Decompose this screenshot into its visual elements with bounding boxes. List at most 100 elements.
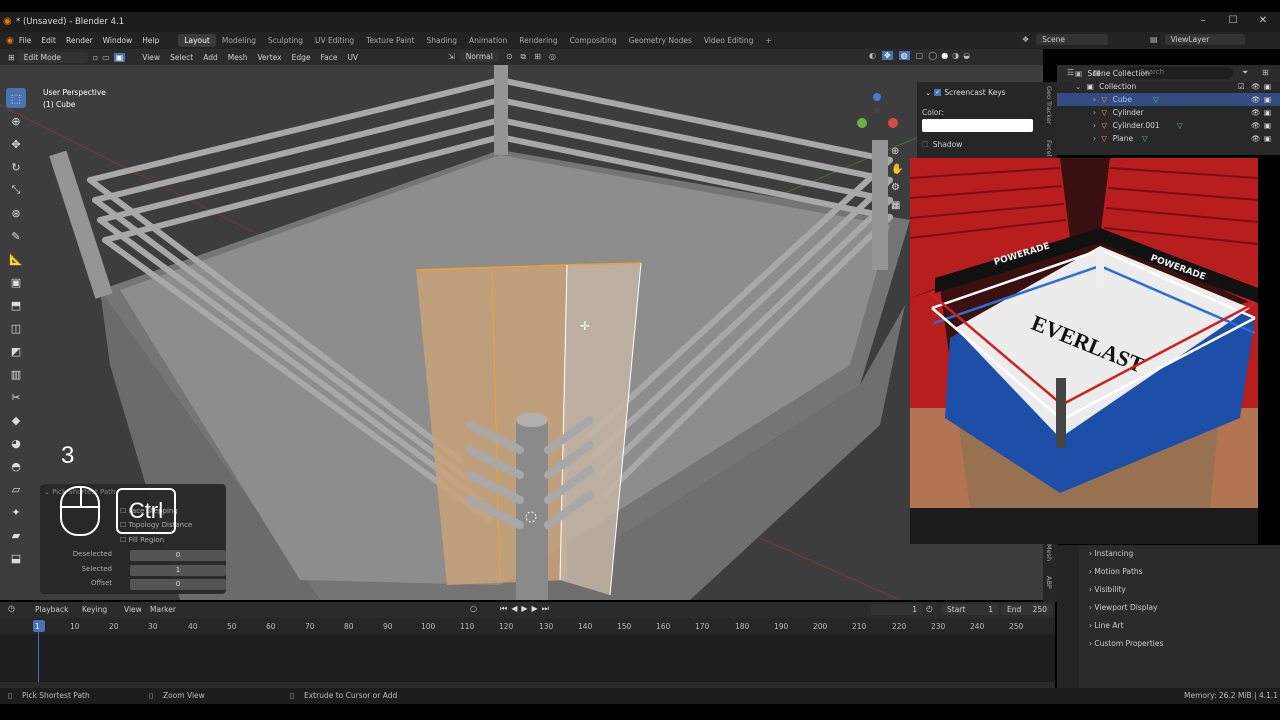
menu-uv[interactable]: UV — [347, 53, 358, 62]
knife-tool-icon[interactable]: ✂ — [6, 387, 26, 407]
transform-orientation-dropdown[interactable]: Normal — [459, 51, 499, 62]
record-icon[interactable]: ○ — [470, 604, 477, 613]
camera-icon[interactable]: ▣ — [1264, 119, 1271, 132]
select-mode-edge-icon[interactable]: ▭ — [102, 53, 110, 62]
menu-view[interactable]: View — [142, 53, 160, 62]
tab-rendering[interactable]: Rendering — [513, 34, 563, 47]
grid-view-icon[interactable]: ▦ — [891, 200, 900, 211]
shading-solid-icon[interactable]: ● — [941, 51, 948, 60]
expand-chevron-icon[interactable]: › — [1093, 134, 1096, 143]
menu-edit[interactable]: Edit — [41, 36, 56, 45]
tab-mesh[interactable]: Mesh — [1045, 544, 1053, 561]
camera-icon[interactable]: ▣ — [1264, 132, 1271, 145]
cursor-tool-icon[interactable]: ⊕ — [6, 111, 26, 131]
editor-type-icon[interactable]: ⊞ — [8, 53, 15, 62]
shadow-option[interactable]: ☐ Shadow — [922, 140, 962, 149]
outliner-item-cylinder[interactable]: › ▽ Cylinder 👁 ▣ — [1057, 106, 1280, 119]
menu-render[interactable]: Render — [66, 36, 93, 45]
collapse-chevron-icon[interactable]: ⌄ — [44, 488, 50, 496]
eye-icon[interactable]: 👁 — [1251, 106, 1261, 119]
rip-region-tool-icon[interactable]: ⬓ — [6, 548, 26, 568]
fill-region-checkbox[interactable]: ☐ — [120, 536, 126, 544]
camera-icon[interactable]: ⚙ — [891, 182, 900, 193]
smooth-tool-icon[interactable]: ◓ — [6, 456, 26, 476]
tab-video-editing[interactable]: Video Editing — [698, 34, 760, 47]
expand-chevron-icon[interactable]: › — [1093, 121, 1096, 130]
screencast-checkbox-icon[interactable]: ✓ — [934, 89, 942, 96]
menu-face[interactable]: Face — [320, 53, 337, 62]
camera-icon[interactable]: ▣ — [1264, 93, 1271, 106]
outliner-scene-collection[interactable]: ▣ Scene Collection — [1057, 67, 1280, 80]
transform-tool-icon[interactable]: ⊛ — [6, 203, 26, 223]
section-line-art[interactable]: › Line Art — [1089, 621, 1124, 630]
scene-selector[interactable]: ❖ Scene — [1022, 34, 1111, 45]
visibility-icon[interactable]: ◐ — [869, 51, 876, 60]
expand-chevron-icon[interactable]: › — [1089, 603, 1092, 612]
edge-slide-tool-icon[interactable]: ▱ — [6, 479, 26, 499]
current-frame-field[interactable]: 1 — [871, 604, 923, 615]
shadow-checkbox[interactable]: ☐ — [922, 140, 929, 149]
clock-icon[interactable]: ◴ — [926, 604, 933, 613]
menu-select[interactable]: Select — [170, 53, 193, 62]
tab-geo-tracker[interactable]: Geo Tracker — [1045, 86, 1053, 125]
add-cube-tool-icon[interactable]: ▣ — [6, 272, 26, 292]
start-frame-field[interactable]: Start 1 — [941, 604, 999, 615]
screencast-keys-header[interactable]: ⌄ ✓ Screencast Keys — [925, 88, 1006, 97]
tab-uv-editing[interactable]: UV Editing — [309, 34, 360, 47]
menu-timeline-view[interactable]: View — [124, 605, 142, 614]
overlay-icon[interactable]: ◍ — [898, 51, 910, 60]
menu-mesh[interactable]: Mesh — [228, 53, 248, 62]
timeline-editor-icon[interactable]: ◷ — [8, 604, 15, 613]
move-tool-icon[interactable]: ✥ — [6, 134, 26, 154]
menu-help[interactable]: Help — [142, 36, 159, 45]
select-tool-icon[interactable]: ⬚ — [6, 88, 26, 108]
inset-tool-icon[interactable]: ◫ — [6, 318, 26, 338]
timeline[interactable]: 1 10 20 30 40 50 60 70 80 90 100 110 120… — [0, 618, 1055, 688]
tab-facel[interactable]: Facel — [1045, 140, 1053, 157]
collection-checkbox-icon[interactable]: ☑ — [1238, 80, 1245, 93]
snap-options-icon[interactable]: ⊞ — [534, 52, 541, 61]
snap-icon[interactable]: ⧉ — [521, 52, 527, 62]
tab-sculpting[interactable]: Sculpting — [262, 34, 309, 47]
camera-icon[interactable]: ▣ — [1264, 106, 1271, 119]
expand-chevron-icon[interactable]: › — [1093, 108, 1096, 117]
menu-playback[interactable]: Playback — [35, 605, 68, 614]
xray-icon[interactable]: ▢ — [916, 51, 924, 60]
gizmo-icon[interactable]: ✥ — [881, 51, 893, 60]
scale-tool-icon[interactable]: ⤡ — [6, 180, 26, 200]
section-motion-paths[interactable]: › Motion Paths — [1089, 567, 1143, 576]
menu-vertex[interactable]: Vertex — [257, 53, 281, 62]
loop-cut-tool-icon[interactable]: ▥ — [6, 364, 26, 384]
expand-chevron-icon[interactable]: › — [1089, 585, 1092, 594]
view-layer-name[interactable]: ViewLayer — [1164, 34, 1245, 45]
shading-wireframe-icon[interactable]: ◯ — [928, 51, 937, 60]
shading-material-icon[interactable]: ◑ — [952, 51, 959, 60]
tab-layout[interactable]: Layout — [178, 34, 216, 47]
mode-dropdown[interactable]: Edit Mode — [17, 51, 88, 63]
extrude-tool-icon[interactable]: ⬒ — [6, 295, 26, 315]
expand-chevron-icon[interactable]: ⌄ — [1075, 82, 1081, 91]
tab-modeling[interactable]: Modeling — [216, 34, 262, 47]
poly-build-tool-icon[interactable]: ◆ — [6, 410, 26, 430]
menu-edge[interactable]: Edge — [292, 53, 311, 62]
eye-icon[interactable]: 👁 — [1251, 80, 1261, 93]
zoom-icon[interactable]: ⊕ — [891, 146, 899, 157]
expand-chevron-icon[interactable]: › — [1093, 95, 1096, 104]
section-custom-properties[interactable]: › Custom Properties — [1089, 639, 1163, 648]
expand-chevron-icon[interactable]: › — [1089, 621, 1092, 630]
tab-compositing[interactable]: Compositing — [564, 34, 623, 47]
tab-texture-paint[interactable]: Texture Paint — [360, 34, 420, 47]
shear-tool-icon[interactable]: ▰ — [6, 525, 26, 545]
fill-region-option[interactable]: ☐ Fill Region — [44, 536, 222, 548]
shading-rendered-icon[interactable]: ◒ — [963, 51, 970, 60]
menu-file[interactable]: File — [19, 36, 32, 45]
minimize-icon[interactable]: – — [1196, 15, 1210, 29]
outliner-item-plane[interactable]: › ▽ Plane ▽ 👁 ▣ — [1057, 132, 1280, 145]
view-layer-selector[interactable]: ▤ ViewLayer — [1150, 34, 1248, 45]
close-icon[interactable]: ✕ — [1256, 15, 1270, 29]
bevel-tool-icon[interactable]: ◩ — [6, 341, 26, 361]
eye-icon[interactable]: 👁 — [1251, 93, 1261, 106]
expand-chevron-icon[interactable]: › — [1089, 639, 1092, 648]
spin-tool-icon[interactable]: ◕ — [6, 433, 26, 453]
expand-chevron-icon[interactable]: › — [1089, 549, 1092, 558]
